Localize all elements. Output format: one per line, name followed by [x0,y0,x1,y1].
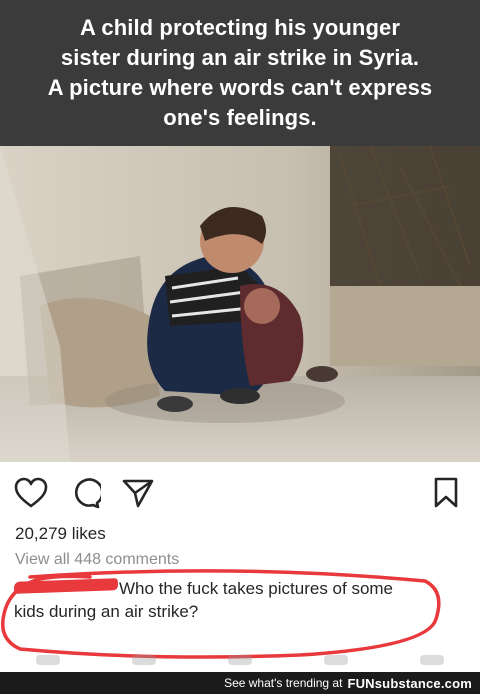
comment: Who the fuck takes pictures of some kids… [13,577,424,623]
nav-placeholder [420,655,444,665]
caption-line: A picture where words can't express [47,75,433,100]
action-bar [0,474,480,514]
site-brand[interactable]: FUNsubstance.com [347,676,472,691]
trending-text: See what's trending at [224,676,343,690]
caption-line: one's feelings. [163,105,317,130]
nav-placeholder [132,655,156,665]
redacted-username [13,578,119,594]
nav-placeholder [228,655,252,665]
faded-navbar [0,648,480,672]
likes-count[interactable]: 20,279 likes [15,524,106,544]
caption-line: sister during an air strike in Syria. [60,45,420,70]
nav-placeholder [324,655,348,665]
post-photo[interactable] [0,146,480,462]
photo-illustration [0,146,480,462]
view-all-comments-link[interactable]: View all 448 comments [15,551,235,573]
watermark-footer[interactable]: See what's trending at FUNsubstance.com [0,672,480,694]
comment-icon[interactable] [69,477,101,509]
bookmark-icon[interactable] [433,477,459,509]
post-details: 20,279 likes View all 448 comments Who t… [0,462,480,672]
caption-banner: A child protecting his younger sister du… [0,0,480,146]
share-icon[interactable] [121,477,155,509]
nav-placeholder [36,655,60,665]
heart-icon[interactable] [14,477,48,509]
caption-line: A child protecting his younger [80,15,400,40]
